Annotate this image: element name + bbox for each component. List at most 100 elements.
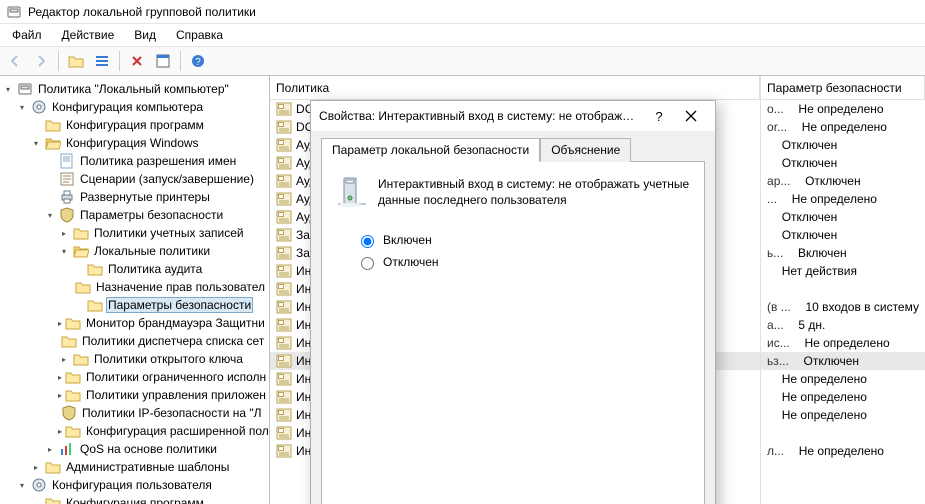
tree-user-config[interactable]: ▾ Конфигурация пользователя bbox=[2, 476, 267, 494]
list-cell-trail: ... bbox=[767, 192, 777, 206]
menu-file[interactable]: Файл bbox=[4, 26, 50, 44]
menu-help[interactable]: Справка bbox=[168, 26, 231, 44]
value-list[interactable]: o... Не определеноor... Не определено От… bbox=[761, 100, 925, 460]
list-cell-value: Не определено bbox=[782, 390, 867, 404]
view-list-button[interactable] bbox=[91, 50, 113, 72]
menu-action[interactable]: Действие bbox=[54, 26, 123, 44]
policy-item-icon bbox=[276, 173, 292, 189]
tree-audit-policy[interactable]: Политика аудита bbox=[2, 260, 267, 278]
list-row[interactable]: Отключен bbox=[761, 208, 925, 226]
dialog-close-button[interactable] bbox=[675, 102, 707, 130]
tree-comp-config[interactable]: ▾ Конфигурация компьютера bbox=[2, 98, 267, 116]
radio-enabled-row[interactable]: Включен bbox=[356, 232, 690, 248]
help-toolbar-button[interactable]: ? bbox=[187, 50, 209, 72]
tree-security-params[interactable]: ▾ Параметры безопасности bbox=[2, 206, 267, 224]
radio-disabled[interactable] bbox=[361, 257, 374, 270]
expander-icon[interactable]: ▸ bbox=[58, 353, 70, 365]
list-row[interactable] bbox=[761, 280, 925, 298]
radio-enabled[interactable] bbox=[361, 235, 374, 248]
policy-item-icon bbox=[276, 389, 292, 405]
tree-soft-config-user[interactable]: Конфигурация программ bbox=[2, 494, 267, 504]
tree-name-resolution[interactable]: Политика разрешения имен bbox=[2, 152, 267, 170]
toolbar: ? bbox=[0, 46, 925, 76]
tree-soft-config[interactable]: Конфигурация программ bbox=[2, 116, 267, 134]
list-cell-trail: ьз... bbox=[767, 354, 789, 368]
delete-button[interactable] bbox=[126, 50, 148, 72]
tree-admin-templates[interactable]: ▸ Административные шаблоны bbox=[2, 458, 267, 476]
tree-security-options[interactable]: Параметры безопасности bbox=[2, 296, 267, 314]
menu-view[interactable]: Вид bbox=[126, 26, 164, 44]
list-row[interactable] bbox=[761, 424, 925, 442]
tree-pane[interactable]: ▾ Политика "Локальный компьютер" ▾ Конфи… bbox=[0, 76, 270, 504]
expander-icon[interactable]: ▾ bbox=[30, 137, 42, 149]
expander-icon[interactable]: ▾ bbox=[16, 101, 28, 113]
list-row[interactable]: Отключен bbox=[761, 154, 925, 172]
list-row[interactable]: Не определено bbox=[761, 406, 925, 424]
tree-restricted[interactable]: ▸ Политики ограниченного исполн bbox=[2, 368, 267, 386]
tree-pubkey[interactable]: ▸ Политики открытого ключа bbox=[2, 350, 267, 368]
list-cell-value: Отключен bbox=[782, 138, 838, 152]
tree-ipsec[interactable]: Политики IP-безопасности на "Л bbox=[2, 404, 267, 422]
column-header-param[interactable]: Параметр безопасности bbox=[761, 76, 925, 100]
tree-firewall-monitor[interactable]: ▸ Монитор брандмауэра Защитни bbox=[2, 314, 267, 332]
list-row[interactable]: or... Не определено bbox=[761, 118, 925, 136]
list-row[interactable]: л... Не определено bbox=[761, 442, 925, 460]
dialog-titlebar[interactable]: Свойства: Интерактивный вход в систему: … bbox=[311, 101, 715, 131]
tree-scripts[interactable]: Сценарии (запуск/завершение) bbox=[2, 170, 267, 188]
list-row[interactable]: ьз... Отключен bbox=[761, 352, 925, 370]
expander-icon[interactable]: ▾ bbox=[58, 245, 70, 257]
tree-printers[interactable]: Развернутые принтеры bbox=[2, 188, 267, 206]
up-button[interactable] bbox=[65, 50, 87, 72]
expander-icon[interactable]: ▾ bbox=[16, 479, 28, 491]
expander-icon[interactable]: ▾ bbox=[2, 83, 14, 95]
list-cell-value: Не определено bbox=[798, 102, 883, 116]
column-header-policy[interactable]: Политика bbox=[270, 76, 760, 100]
tree-local-policies[interactable]: ▾ Локальные политики bbox=[2, 242, 267, 260]
radio-disabled-row[interactable]: Отключен bbox=[356, 254, 690, 270]
properties-dialog: Свойства: Интерактивный вход в систему: … bbox=[310, 100, 716, 504]
app-icon bbox=[6, 4, 22, 20]
list-row[interactable]: ... Не определено bbox=[761, 190, 925, 208]
expander-icon[interactable]: ▾ bbox=[44, 209, 56, 221]
expander-icon[interactable]: ▸ bbox=[58, 389, 62, 401]
expander-icon[interactable]: ▸ bbox=[44, 443, 56, 455]
dialog-help-button[interactable]: ? bbox=[643, 102, 675, 130]
list-cell-value: Не определено bbox=[802, 120, 887, 134]
list-cell-value: Отключен bbox=[805, 174, 861, 188]
nav-forward-button[interactable] bbox=[30, 50, 52, 72]
policy-item-icon bbox=[276, 317, 292, 333]
tree-user-rights[interactable]: Назначение прав пользовател bbox=[2, 278, 267, 296]
expander-icon[interactable]: ▸ bbox=[58, 227, 70, 239]
list-row[interactable]: Нет действия bbox=[761, 262, 925, 280]
list-cell-value: Отключен bbox=[782, 228, 838, 242]
list-cell-value: Отключен bbox=[782, 210, 838, 224]
expander-icon[interactable]: ▸ bbox=[58, 425, 62, 437]
list-row[interactable]: ис... Не определено bbox=[761, 334, 925, 352]
expander-icon[interactable]: ▸ bbox=[58, 371, 62, 383]
tree-appctrl[interactable]: ▸ Политики управления приложен bbox=[2, 386, 267, 404]
tree-win-config[interactable]: ▾ Конфигурация Windows bbox=[2, 134, 267, 152]
nav-back-button[interactable] bbox=[4, 50, 26, 72]
list-row[interactable]: а... 5 дн. bbox=[761, 316, 925, 334]
expander-icon[interactable]: ▸ bbox=[58, 317, 62, 329]
expander-icon[interactable]: ▸ bbox=[30, 461, 42, 473]
list-row[interactable]: o... Не определено bbox=[761, 100, 925, 118]
tree-netlist[interactable]: Политики диспетчера списка сет bbox=[2, 332, 267, 350]
tree-account-policies[interactable]: ▸ Политики учетных записей bbox=[2, 224, 267, 242]
tree-qos[interactable]: ▸ QoS на основе политики bbox=[2, 440, 267, 458]
list-row[interactable]: (в ... 10 входов в систему bbox=[761, 298, 925, 316]
list-cell-value: Не определено bbox=[799, 444, 884, 458]
policy-item-icon bbox=[276, 227, 292, 243]
list-row[interactable]: ар... Отключен bbox=[761, 172, 925, 190]
tab-local-security[interactable]: Параметр локальной безопасности bbox=[321, 138, 540, 162]
list-row[interactable]: Отключен bbox=[761, 136, 925, 154]
list-cell-value: Не определено bbox=[792, 192, 877, 206]
tree-advaudit[interactable]: ▸ Конфигурация расширенной пол bbox=[2, 422, 267, 440]
tree-root[interactable]: ▾ Политика "Локальный компьютер" bbox=[2, 80, 267, 98]
tab-explain[interactable]: Объяснение bbox=[540, 138, 631, 162]
list-row[interactable]: Не определено bbox=[761, 370, 925, 388]
list-row[interactable]: ь... Включен bbox=[761, 244, 925, 262]
list-row[interactable]: Отключен bbox=[761, 226, 925, 244]
properties-button[interactable] bbox=[152, 50, 174, 72]
list-row[interactable]: Не определено bbox=[761, 388, 925, 406]
